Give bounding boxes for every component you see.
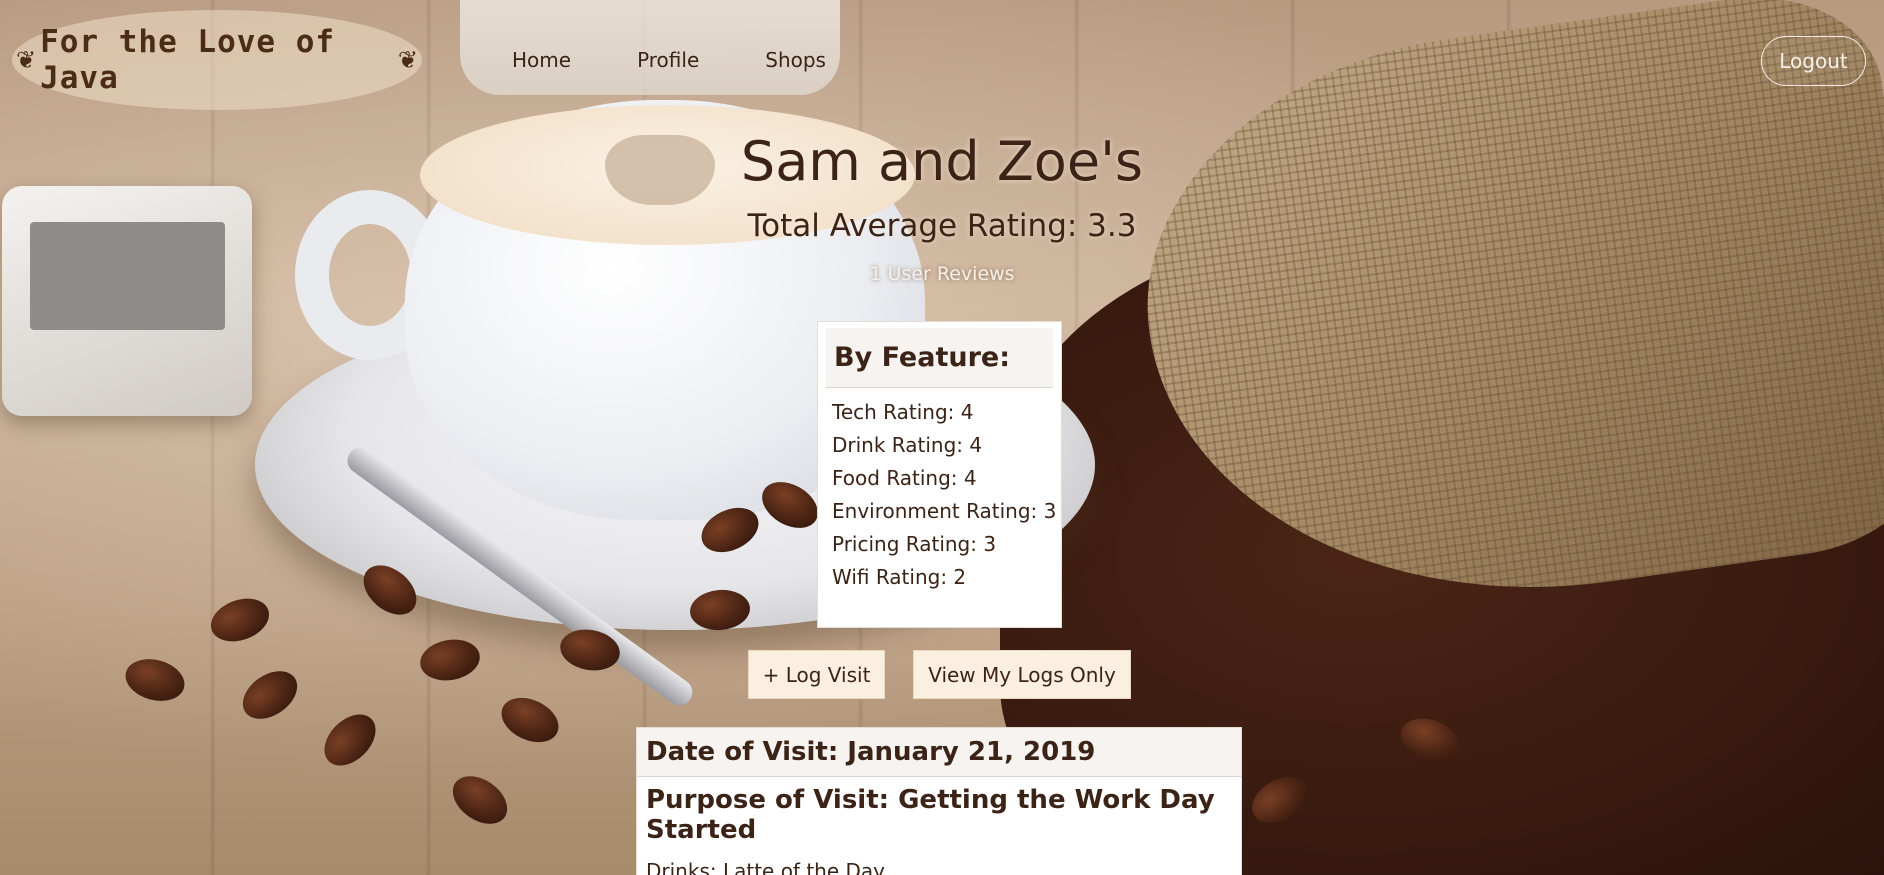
feature-ratings-card: By Feature: Tech Rating: 4 Drink Rating:… xyxy=(817,321,1062,628)
logout-button[interactable]: Logout xyxy=(1761,36,1866,86)
environment-rating: Environment Rating: 3 xyxy=(832,499,1057,523)
shop-name-title: Sam and Zoe's xyxy=(740,130,1144,193)
tech-rating: Tech Rating: 4 xyxy=(832,400,974,424)
drink-rating: Drink Rating: 4 xyxy=(832,433,983,457)
visit-purpose: Purpose of Visit: Getting the Work Day S… xyxy=(646,785,1215,845)
view-my-logs-button[interactable]: View My Logs Only xyxy=(913,650,1131,699)
nav-home-link[interactable]: Home xyxy=(512,48,571,72)
nav-shops-link[interactable]: Shops xyxy=(765,48,826,72)
leaf-icon: ❦ xyxy=(16,46,37,74)
visit-drinks: Drinks: Latte of the Day xyxy=(646,859,886,875)
user-review-count: 1 User Reviews xyxy=(869,263,1015,285)
total-average-rating: Total Average Rating: 3.3 xyxy=(747,208,1137,244)
visit-date: Date of Visit: January 21, 2019 xyxy=(637,728,1241,777)
pricing-rating: Pricing Rating: 3 xyxy=(832,532,997,556)
feature-ratings-heading: By Feature: xyxy=(826,328,1053,388)
main-nav: Home Profile Shops xyxy=(512,48,826,72)
nav-profile-link[interactable]: Profile xyxy=(637,48,699,72)
site-logo[interactable]: ❦ For the Love of Java ❦ xyxy=(12,10,422,110)
feature-ratings-list: Tech Rating: 4 Drink Rating: 4 Food Rati… xyxy=(832,396,1061,594)
food-rating: Food Rating: 4 xyxy=(832,466,977,490)
logo-text: For the Love of Java xyxy=(40,24,336,96)
visit-log-card: Date of Visit: January 21, 2019 Purpose … xyxy=(636,727,1242,875)
leaf-icon: ❦ xyxy=(397,46,418,74)
wifi-rating: Wifi Rating: 2 xyxy=(832,565,967,589)
log-visit-button[interactable]: + Log Visit xyxy=(748,650,885,699)
